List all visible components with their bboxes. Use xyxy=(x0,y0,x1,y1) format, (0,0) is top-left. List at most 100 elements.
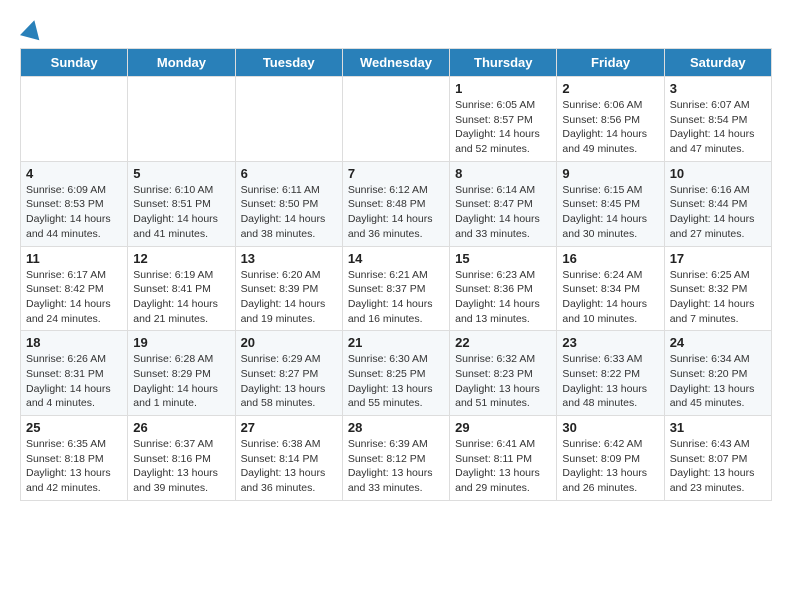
day-header-monday: Monday xyxy=(128,49,235,77)
cell-text: Sunrise: 6:14 AMSunset: 8:47 PMDaylight:… xyxy=(455,183,551,242)
calendar-cell: 23 Sunrise: 6:33 AMSunset: 8:22 PMDayligh… xyxy=(557,331,664,416)
calendar-cell: 16 Sunrise: 6:24 AMSunset: 8:34 PMDayligh… xyxy=(557,246,664,331)
cell-text: Sunrise: 6:25 AMSunset: 8:32 PMDaylight:… xyxy=(670,268,766,327)
date-number: 13 xyxy=(241,251,337,266)
date-number: 20 xyxy=(241,335,337,350)
calendar-cell: 9 Sunrise: 6:15 AMSunset: 8:45 PMDaylight… xyxy=(557,161,664,246)
date-number: 23 xyxy=(562,335,658,350)
calendar-cell: 2Sunrise: 6:06 AMSunset: 8:56 PMDaylight… xyxy=(557,77,664,162)
cell-text: Sunrise: 6:15 AMSunset: 8:45 PMDaylight:… xyxy=(562,183,658,242)
calendar-cell: 21 Sunrise: 6:30 AMSunset: 8:25 PMDayligh… xyxy=(342,331,449,416)
date-number: 16 xyxy=(562,251,658,266)
date-number: 3 xyxy=(670,81,766,96)
date-number: 24 xyxy=(670,335,766,350)
date-number: 21 xyxy=(348,335,444,350)
cell-text: Sunrise: 6:30 AMSunset: 8:25 PMDaylight:… xyxy=(348,352,444,411)
cell-text: Sunrise: 6:19 AMSunset: 8:41 PMDaylight:… xyxy=(133,268,229,327)
calendar-cell xyxy=(342,77,449,162)
date-number: 6 xyxy=(241,166,337,181)
date-number: 9 xyxy=(562,166,658,181)
date-number: 7 xyxy=(348,166,444,181)
day-header-wednesday: Wednesday xyxy=(342,49,449,77)
calendar-cell: 7 Sunrise: 6:12 AMSunset: 8:48 PMDaylight… xyxy=(342,161,449,246)
calendar-cell: 24 Sunrise: 6:34 AMSunset: 8:20 PMDayligh… xyxy=(664,331,771,416)
cell-text: Sunrise: 6:11 AMSunset: 8:50 PMDaylight:… xyxy=(241,183,337,242)
cell-text: Sunrise: 6:26 AMSunset: 8:31 PMDaylight:… xyxy=(26,352,122,411)
calendar-cell: 14 Sunrise: 6:21 AMSunset: 8:37 PMDayligh… xyxy=(342,246,449,331)
calendar-cell: 1 Sunrise: 6:05 AMSunset: 8:57 PMDaylight… xyxy=(450,77,557,162)
cell-text: Sunrise: 6:37 AMSunset: 8:16 PMDaylight:… xyxy=(133,437,229,496)
cell-text: Sunrise: 6:23 AMSunset: 8:36 PMDaylight:… xyxy=(455,268,551,327)
calendar-cell xyxy=(128,77,235,162)
date-number: 29 xyxy=(455,420,551,435)
cell-text: Sunrise: 6:16 AMSunset: 8:44 PMDaylight:… xyxy=(670,183,766,242)
date-number: 14 xyxy=(348,251,444,266)
date-number: 31 xyxy=(670,420,766,435)
calendar-cell: 3 Sunrise: 6:07 AMSunset: 8:54 PMDaylight… xyxy=(664,77,771,162)
logo xyxy=(20,20,42,38)
calendar-cell: 11 Sunrise: 6:17 AMSunset: 8:42 PMDayligh… xyxy=(21,246,128,331)
cell-text: Sunrise: 6:32 AMSunset: 8:23 PMDaylight:… xyxy=(455,352,551,411)
cell-text: Sunrise: 6:20 AMSunset: 8:39 PMDaylight:… xyxy=(241,268,337,327)
cell-text: Sunrise: 6:05 AMSunset: 8:57 PMDaylight:… xyxy=(455,98,551,157)
date-number: 30 xyxy=(562,420,658,435)
calendar-cell: 10 Sunrise: 6:16 AMSunset: 8:44 PMDayligh… xyxy=(664,161,771,246)
cell-text: Sunrise: 6:35 AMSunset: 8:18 PMDaylight:… xyxy=(26,437,122,496)
date-number: 2 xyxy=(562,81,658,96)
calendar-cell: 29 Sunrise: 6:41 AMSunset: 8:11 PMDayligh… xyxy=(450,416,557,501)
date-number: 12 xyxy=(133,251,229,266)
date-number: 10 xyxy=(670,166,766,181)
cell-text: Sunrise: 6:09 AMSunset: 8:53 PMDaylight:… xyxy=(26,183,122,242)
calendar-cell xyxy=(235,77,342,162)
date-number: 5 xyxy=(133,166,229,181)
calendar-cell: 13 Sunrise: 6:20 AMSunset: 8:39 PMDayligh… xyxy=(235,246,342,331)
calendar-cell: 26Sunrise: 6:37 AMSunset: 8:16 PMDayligh… xyxy=(128,416,235,501)
calendar-cell: 5 Sunrise: 6:10 AMSunset: 8:51 PMDaylight… xyxy=(128,161,235,246)
logo-triangle-icon xyxy=(20,18,44,41)
calendar-cell: 8 Sunrise: 6:14 AMSunset: 8:47 PMDaylight… xyxy=(450,161,557,246)
calendar-cell: 25 Sunrise: 6:35 AMSunset: 8:18 PMDayligh… xyxy=(21,416,128,501)
cell-text: Sunrise: 6:24 AMSunset: 8:34 PMDaylight:… xyxy=(562,268,658,327)
cell-text: Sunrise: 6:39 AMSunset: 8:12 PMDaylight:… xyxy=(348,437,444,496)
date-number: 25 xyxy=(26,420,122,435)
cell-text: Sunrise: 6:41 AMSunset: 8:11 PMDaylight:… xyxy=(455,437,551,496)
calendar-cell: 12 Sunrise: 6:19 AMSunset: 8:41 PMDayligh… xyxy=(128,246,235,331)
date-number: 1 xyxy=(455,81,551,96)
calendar-cell: 15 Sunrise: 6:23 AMSunset: 8:36 PMDayligh… xyxy=(450,246,557,331)
day-header-tuesday: Tuesday xyxy=(235,49,342,77)
cell-text: Sunrise: 6:07 AMSunset: 8:54 PMDaylight:… xyxy=(670,98,766,157)
cell-text: Sunrise: 6:21 AMSunset: 8:37 PMDaylight:… xyxy=(348,268,444,327)
calendar-cell: 19 Sunrise: 6:28 AMSunset: 8:29 PMDayligh… xyxy=(128,331,235,416)
cell-text: Sunrise: 6:34 AMSunset: 8:20 PMDaylight:… xyxy=(670,352,766,411)
calendar-cell: 28 Sunrise: 6:39 AMSunset: 8:12 PMDayligh… xyxy=(342,416,449,501)
calendar-cell: 20Sunrise: 6:29 AMSunset: 8:27 PMDayligh… xyxy=(235,331,342,416)
calendar-cell: 27Sunrise: 6:38 AMSunset: 8:14 PMDayligh… xyxy=(235,416,342,501)
date-number: 27 xyxy=(241,420,337,435)
calendar-cell: 4 Sunrise: 6:09 AMSunset: 8:53 PMDaylight… xyxy=(21,161,128,246)
calendar-cell: 30 Sunrise: 6:42 AMSunset: 8:09 PMDayligh… xyxy=(557,416,664,501)
calendar-cell: 18 Sunrise: 6:26 AMSunset: 8:31 PMDayligh… xyxy=(21,331,128,416)
date-number: 22 xyxy=(455,335,551,350)
cell-text: Sunrise: 6:28 AMSunset: 8:29 PMDaylight:… xyxy=(133,352,229,411)
cell-text: Sunrise: 6:12 AMSunset: 8:48 PMDaylight:… xyxy=(348,183,444,242)
day-header-sunday: Sunday xyxy=(21,49,128,77)
date-number: 4 xyxy=(26,166,122,181)
cell-text: Sunrise: 6:33 AMSunset: 8:22 PMDaylight:… xyxy=(562,352,658,411)
cell-text: Sunrise: 6:17 AMSunset: 8:42 PMDaylight:… xyxy=(26,268,122,327)
cell-text: Sunrise: 6:10 AMSunset: 8:51 PMDaylight:… xyxy=(133,183,229,242)
date-number: 28 xyxy=(348,420,444,435)
cell-text: Sunrise: 6:43 AMSunset: 8:07 PMDaylight:… xyxy=(670,437,766,496)
date-number: 8 xyxy=(455,166,551,181)
day-header-saturday: Saturday xyxy=(664,49,771,77)
calendar-cell: 17 Sunrise: 6:25 AMSunset: 8:32 PMDayligh… xyxy=(664,246,771,331)
date-number: 19 xyxy=(133,335,229,350)
calendar-cell: 6 Sunrise: 6:11 AMSunset: 8:50 PMDaylight… xyxy=(235,161,342,246)
day-header-thursday: Thursday xyxy=(450,49,557,77)
cell-text: Sunrise: 6:42 AMSunset: 8:09 PMDaylight:… xyxy=(562,437,658,496)
calendar-cell: 31 Sunrise: 6:43 AMSunset: 8:07 PMDayligh… xyxy=(664,416,771,501)
date-number: 18 xyxy=(26,335,122,350)
calendar-cell: 22 Sunrise: 6:32 AMSunset: 8:23 PMDayligh… xyxy=(450,331,557,416)
date-number: 11 xyxy=(26,251,122,266)
date-number: 17 xyxy=(670,251,766,266)
date-number: 15 xyxy=(455,251,551,266)
